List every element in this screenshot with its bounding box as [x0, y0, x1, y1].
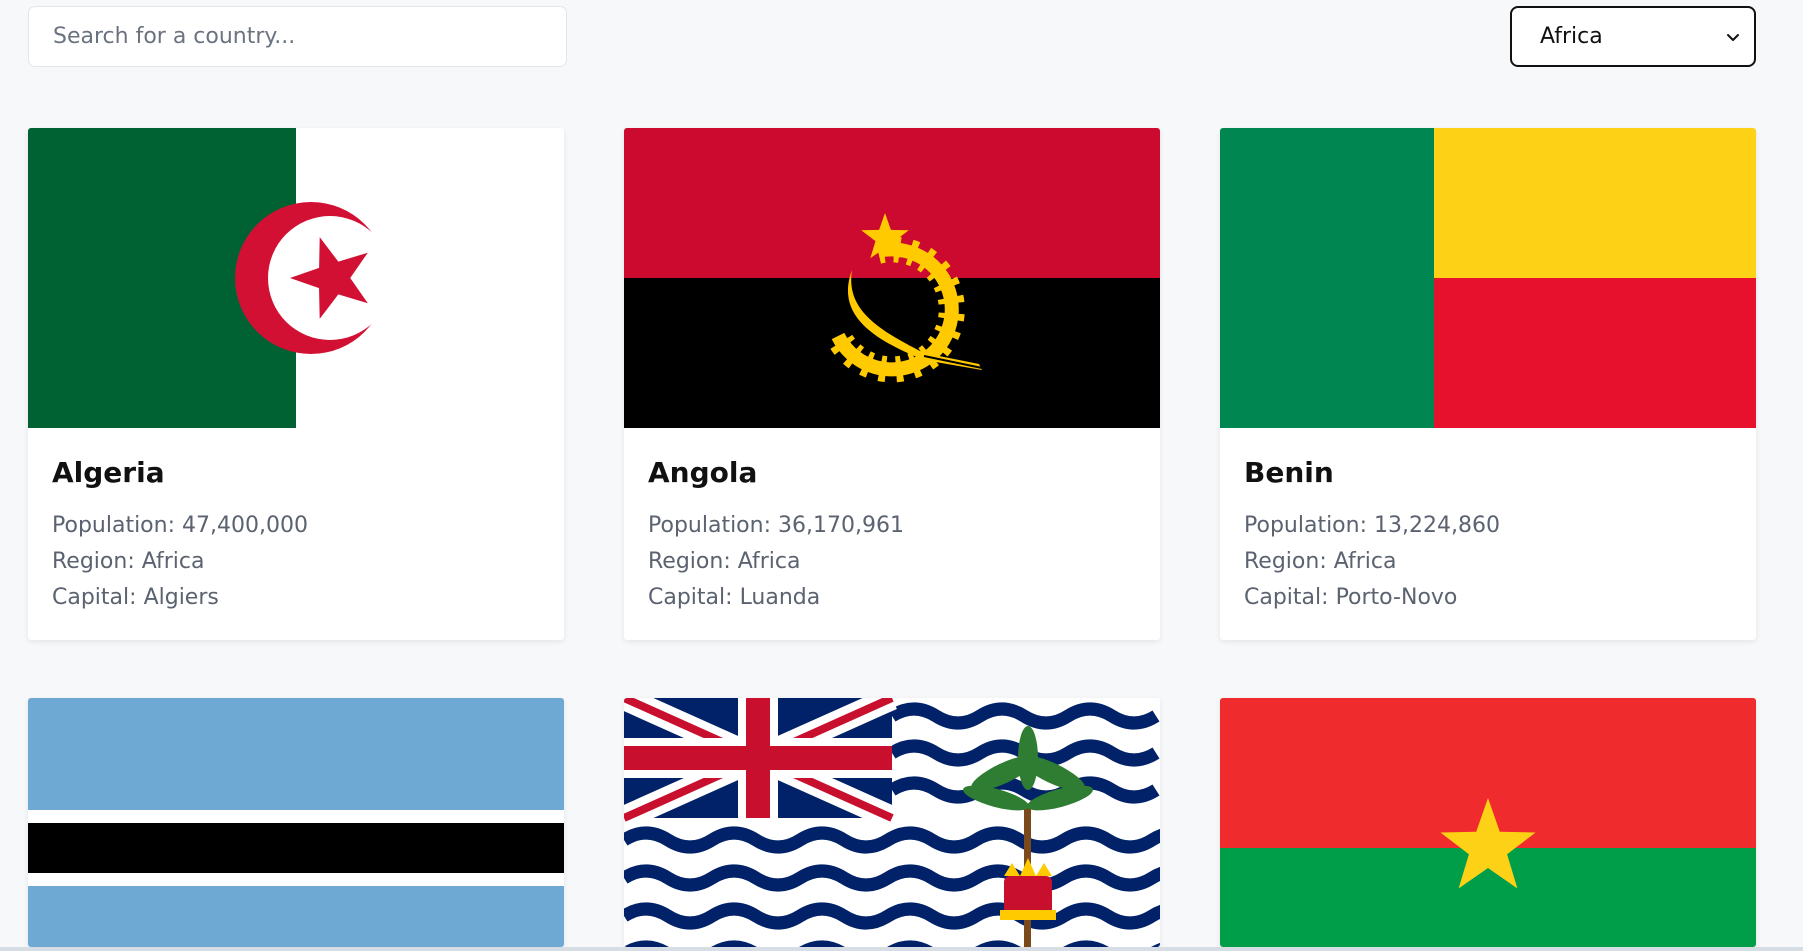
region-row: Region: Africa	[52, 544, 540, 580]
region-value: Africa	[737, 549, 801, 574]
capital-row: Capital: Algiers	[52, 580, 540, 616]
region-filter-select[interactable]: Africa	[1510, 6, 1756, 67]
benin-flag-image	[1220, 128, 1756, 428]
chevron-down-icon	[1727, 33, 1739, 41]
region-row: Region: Africa	[648, 544, 1136, 580]
capital-row: Capital: Porto-Novo	[1244, 580, 1732, 616]
bottom-divider	[0, 947, 1803, 951]
country-card[interactable]	[28, 698, 564, 947]
population-row: Population: 13,224,860	[1244, 508, 1732, 544]
population-value: 47,400,000	[182, 513, 308, 538]
capital-label: Capital:	[52, 585, 137, 610]
region-filter-value: Africa	[1540, 24, 1603, 49]
capital-label: Capital:	[1244, 585, 1329, 610]
capital-label: Capital:	[648, 585, 733, 610]
capital-value: Porto-Novo	[1335, 585, 1458, 610]
population-label: Population:	[1244, 513, 1367, 538]
country-card[interactable]	[624, 698, 1160, 947]
region-value: Africa	[1333, 549, 1397, 574]
algeria-flag-image	[28, 128, 564, 428]
population-value: 13,224,860	[1374, 513, 1500, 538]
botswana-flag-image	[28, 698, 564, 947]
country-card[interactable]: Benin Population: 13,224,860 Region: Afric…	[1220, 128, 1756, 640]
country-name: Angola	[648, 456, 758, 489]
country-card[interactable]: Algeria Population: 47,400,000 Region: Afr…	[28, 128, 564, 640]
card-body: Benin Population: 13,224,860 Region: Afric…	[1220, 428, 1756, 640]
country-info: Population: 13,224,860 Region: Africa Capi…	[1244, 508, 1732, 616]
search-input[interactable]	[29, 7, 566, 66]
region-label: Region:	[52, 549, 135, 574]
angola-flag-image	[624, 128, 1160, 428]
region-value: Africa	[141, 549, 205, 574]
capital-value: Luanda	[739, 585, 821, 610]
page: Africa Algeria Population: 47,400,000 Reg…	[0, 0, 1803, 951]
country-card[interactable]: Angola Population: 36,170,961 Region: Afri…	[624, 128, 1160, 640]
capital-row: Capital: Luanda	[648, 580, 1136, 616]
search-box[interactable]	[28, 6, 567, 67]
country-info: Population: 36,170,961 Region: Africa Capi…	[648, 508, 1136, 616]
population-value: 36,170,961	[778, 513, 904, 538]
country-name: Algeria	[52, 456, 165, 489]
card-body: Angola Population: 36,170,961 Region: Afri…	[624, 428, 1160, 640]
country-info: Population: 47,400,000 Region: Africa Capi…	[52, 508, 540, 616]
region-row: Region: Africa	[1244, 544, 1732, 580]
british-indian-ocean-territory-flag-image	[624, 698, 1160, 947]
capital-value: Algiers	[143, 585, 219, 610]
population-row: Population: 47,400,000	[52, 508, 540, 544]
region-label: Region:	[1244, 549, 1327, 574]
burkina-faso-flag-image	[1220, 698, 1756, 947]
population-label: Population:	[648, 513, 771, 538]
population-row: Population: 36,170,961	[648, 508, 1136, 544]
population-label: Population:	[52, 513, 175, 538]
region-label: Region:	[648, 549, 731, 574]
card-body: Algeria Population: 47,400,000 Region: Afr…	[28, 428, 564, 640]
country-card[interactable]	[1220, 698, 1756, 947]
country-name: Benin	[1244, 456, 1334, 489]
